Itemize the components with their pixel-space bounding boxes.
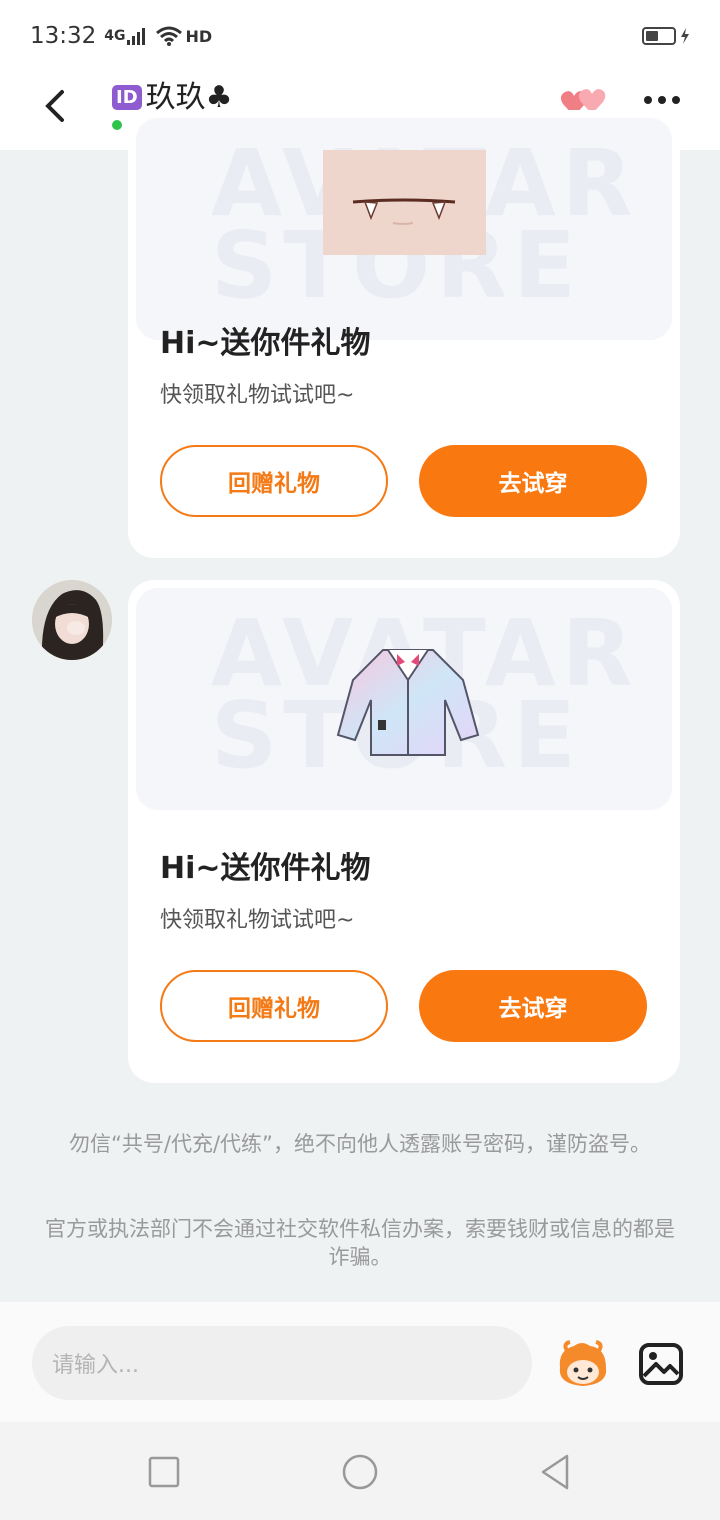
card-subtitle: 快领取礼物试试吧~ (160, 908, 355, 933)
back-button[interactable] (38, 82, 74, 128)
gift-card: AVATAR STORE Hi~送你件礼物 快领取礼物试试吧~ 回赠礼物 去试穿 (128, 110, 680, 558)
card-title: Hi~送你件礼物 (160, 326, 371, 361)
card-title: Hi~送你件礼物 (160, 851, 371, 886)
battery-icon (642, 27, 676, 45)
image-button[interactable] (638, 1342, 684, 1390)
status-time: 13:32 (30, 23, 97, 49)
home-icon[interactable] (341, 1453, 379, 1491)
mascot-icon (559, 1340, 607, 1386)
emoji-button[interactable] (554, 1340, 612, 1392)
fraud-notice: 官方或执法部门不会通过社交软件私信办案，索要钱财或信息的都是诈骗。 (45, 1217, 675, 1269)
signal-bars-icon (126, 28, 145, 45)
id-badge: ID (112, 85, 142, 110)
image-icon (639, 1343, 683, 1385)
gift-image-area: AVATAR STORE (136, 588, 672, 810)
try-on-button[interactable]: 去试穿 (419, 445, 647, 517)
more-dot-icon (672, 96, 680, 104)
jacket-item-icon (336, 649, 480, 756)
signal-label: 4G (104, 28, 126, 44)
more-dot-icon (644, 96, 652, 104)
status-bar: 13:32 4G HD (0, 0, 720, 72)
charging-icon (681, 28, 689, 44)
hd-label: HD (185, 26, 213, 46)
return-gift-button[interactable]: 回赠礼物 (160, 445, 388, 517)
try-on-button[interactable]: 去试穿 (419, 970, 647, 1042)
security-notice: 勿信“共号/代充/代练”，绝不向他人透露账号密码，谨防盗号。 (69, 1132, 651, 1156)
system-nav-bar (0, 1422, 720, 1520)
chevron-left-icon (45, 90, 64, 122)
return-gift-button[interactable]: 回赠礼物 (160, 970, 388, 1042)
wifi-icon (155, 26, 182, 46)
back-nav-icon[interactable] (538, 1453, 572, 1491)
gift-card: AVATAR STORE Hi~送你件礼物 快领取礼物试试吧~ 回赠礼物 去试穿 (128, 580, 680, 1083)
avatar-photo-icon (32, 580, 112, 660)
more-dot-icon (658, 96, 666, 104)
card-subtitle: 快领取礼物试试吧~ (160, 383, 355, 408)
online-dot (112, 120, 122, 130)
message-input[interactable]: 请输入... (32, 1326, 532, 1400)
avatar[interactable] (32, 580, 112, 660)
gift-image-area: AVATAR STORE (136, 118, 672, 340)
recent-apps-icon[interactable] (148, 1456, 180, 1488)
gift-item-image (323, 150, 486, 255)
fang-mouth-icon (352, 198, 456, 225)
input-bar: 请输入... (0, 1302, 720, 1422)
